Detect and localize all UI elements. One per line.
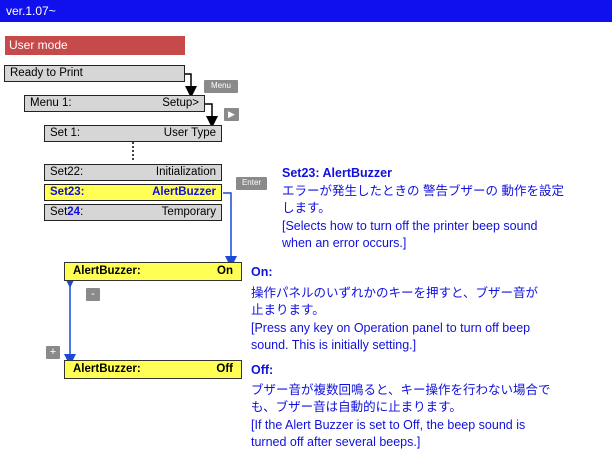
screen-set23-left: Set23: xyxy=(50,186,85,198)
screen-set24-left: Set24: xyxy=(50,205,83,220)
set23-title: Set23: AlertBuzzer xyxy=(282,166,392,180)
set24-prefix: Set xyxy=(50,206,68,218)
set23-desc-jp-2: します。 xyxy=(282,201,331,215)
connector-menu-to-set1 xyxy=(205,103,218,128)
screen-set22-right: Initialization xyxy=(155,166,216,178)
screen-ready-label: Ready to Print xyxy=(10,67,83,79)
screen-on-right: On xyxy=(217,265,233,277)
screen-set23-alertbuzzer: Set23: AlertBuzzer xyxy=(44,184,222,201)
version-bar: ver.1.07~ xyxy=(0,0,612,22)
on-desc-en-2: sound. This is initially setting.] xyxy=(251,338,417,352)
screen-set1-right: User Type xyxy=(163,127,216,139)
mode-bar: User mode xyxy=(5,36,185,55)
screen-menu-left: Menu 1: xyxy=(30,97,72,109)
set24-number: 24 xyxy=(67,206,81,218)
on-title: On: xyxy=(251,265,273,279)
screen-set1-left: Set 1: xyxy=(50,127,81,139)
off-desc-en-2: turned off after several beeps.] xyxy=(251,435,421,449)
screen-ready-to-print: Ready to Print xyxy=(4,65,185,82)
plus-key-icon: + xyxy=(46,346,60,359)
menu-key-icon: Menu xyxy=(204,80,238,93)
screen-menu-right: Setup> xyxy=(162,97,199,109)
off-title: Off: xyxy=(251,363,274,377)
screen-off-left: AlertBuzzer: xyxy=(73,363,141,375)
set24-suffix: : xyxy=(80,206,84,218)
connector-set23-to-on xyxy=(223,192,237,268)
screen-set22-left: Set22: xyxy=(50,166,84,178)
screen-set1-usertype: Set 1: User Type xyxy=(44,125,222,142)
minus-key-icon: - xyxy=(86,288,100,301)
screen-set24-right: Temporary xyxy=(161,206,216,218)
connector-ready-to-menu xyxy=(185,73,197,98)
set23-desc-jp-1: エラーが発生したときの 警告ブザーの 動作を設定 xyxy=(282,184,564,198)
screen-alertbuzzer-off: AlertBuzzer: Off xyxy=(64,360,242,379)
screen-on-left: AlertBuzzer: xyxy=(73,265,141,277)
screen-set23-right: AlertBuzzer xyxy=(152,186,216,198)
set23-desc-en-1: [Selects how to turn off the printer bee… xyxy=(282,219,538,233)
screen-set24-temporary: Set24: Temporary xyxy=(44,204,222,221)
off-desc-jp-2: も、ブザー音は自動的に止まります。 xyxy=(251,400,462,414)
set23-desc-en-2: when an error occurs.] xyxy=(282,236,407,250)
on-desc-en-1: [Press any key on Operation panel to tur… xyxy=(251,321,531,335)
right-arrow-key-icon: ▶ xyxy=(224,108,239,121)
enter-key-icon: Enter xyxy=(236,177,267,190)
off-desc-en-1: [If the Alert Buzzer is set to Off, the … xyxy=(251,418,526,432)
screen-set22-initialization: Set22: Initialization xyxy=(44,164,222,181)
on-desc-jp-1: 操作パネルのいずれかのキーを押すと、ブザー音が xyxy=(251,286,539,300)
on-desc-jp-2: 止まります。 xyxy=(251,303,325,317)
off-desc-jp-1: ブザー音が複数回鳴ると、キー操作を行わない場合で xyxy=(251,383,551,397)
screen-alertbuzzer-on: AlertBuzzer: On xyxy=(64,262,242,281)
screen-menu-setup: Menu 1: Setup> xyxy=(24,95,205,112)
screen-off-right: Off xyxy=(216,363,233,375)
